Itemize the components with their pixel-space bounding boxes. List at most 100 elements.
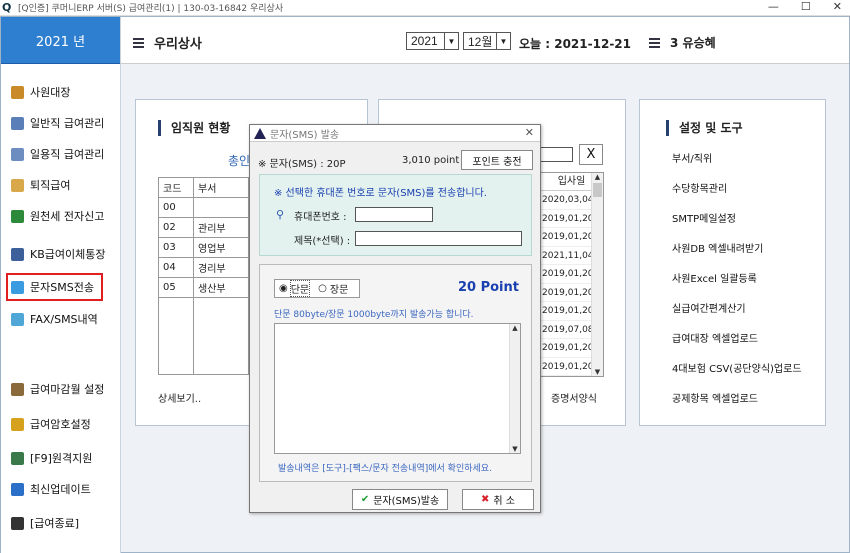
certificate-forms-link[interactable]: 증명서양식 (551, 390, 597, 405)
byte-limit-text: 단문 80byte/장문 1000byte까지 발송가능 합니다. (274, 310, 474, 320)
table-header: 부서 (193, 177, 249, 198)
app-logo-icon: Q (2, 0, 12, 14)
sidebar-item-payroll-close-setting[interactable]: 급여마감월 설정 (11, 378, 104, 400)
sidebar-item-payroll-exit[interactable]: [급여종료] (11, 512, 79, 534)
year-tab[interactable]: 2021 년 (1, 17, 120, 64)
sidebar-item-remote-support[interactable]: [F9]원격지원 (11, 447, 92, 469)
scroll-up-icon[interactable]: ▲ (592, 173, 603, 181)
charge-points-button[interactable]: 포인트 충전 (461, 150, 533, 170)
hire-date-list: 입사일 2020,03,04 2019,01,20 2019,01,20 2021,1… (539, 172, 604, 377)
sms-type-group: ◉ 단문 ○ 장문 (274, 279, 360, 298)
topbar: 우리상사 2021 ▼ 12월 ▼ 오늘 : 2021-12-21 3 유승혜 (121, 17, 849, 64)
radio-selected-icon[interactable]: ◉ (279, 283, 288, 294)
tool-link[interactable]: 사원Excel 일괄등록 (640, 270, 825, 285)
company-name: 우리상사 (154, 37, 202, 52)
sidebar-item-sms-send[interactable]: 문자SMS전송 (6, 273, 103, 301)
sidebar-item-fax-sms-history[interactable]: FAX/SMS내역 (11, 308, 98, 330)
withholding-tax-filing-icon (11, 209, 24, 223)
cancel-button[interactable]: ✖ 취 소 (462, 489, 534, 510)
latest-update-icon (11, 482, 24, 496)
sidebar-item-retirement-pay[interactable]: 퇴직급여 (11, 174, 70, 196)
year-select[interactable]: 2021 ▼ (406, 32, 459, 50)
table-row[interactable]: 04 경리부 (158, 257, 249, 278)
short-message-option[interactable]: 단문 (289, 280, 311, 297)
subject-input[interactable] (355, 231, 522, 246)
sms-send-icon (11, 280, 24, 294)
tools-list: 부서/직위수당항목관리 SMTP메일설정사원DB 엑셀내려받기사원Excel 일괄… (640, 150, 825, 405)
chevron-down-icon[interactable]: ▼ (496, 33, 510, 49)
tool-link[interactable]: 공제항목 엑셀업로드 (640, 390, 825, 405)
tools-panel-title: 설정 및 도구 (666, 120, 825, 136)
dept-code: 02 (158, 217, 194, 238)
chevron-down-icon[interactable]: ▼ (444, 33, 458, 49)
fax-sms-history-icon (11, 312, 24, 326)
dept-name: 경리부 (193, 257, 249, 278)
maximize-button[interactable]: ☐ (801, 0, 811, 13)
table-row[interactable]: 03 영업부 (158, 237, 249, 258)
user-count: 3 유승혜 (649, 34, 716, 51)
table-row[interactable]: 05 생산부 (158, 277, 249, 298)
sidebar-item-withholding-tax-filing[interactable]: 원천세 전자신고 (11, 205, 104, 227)
radio-unselected-icon[interactable]: ○ (318, 283, 327, 294)
check-icon: ✔ (360, 494, 370, 505)
cancel-label: 취 소 (493, 496, 515, 507)
sidebar-item-latest-update[interactable]: 최신업데이트 (11, 478, 91, 500)
table-row[interactable]: 00 (158, 197, 249, 218)
sidebar-item-label: 문자SMS전송 (30, 281, 94, 294)
tool-link[interactable]: 사원DB 엑셀내려받기 (640, 240, 825, 255)
send-sms-button[interactable]: ✔ 문자(SMS)발송 (352, 489, 448, 510)
message-textarea[interactable]: ▲ ▼ (274, 323, 521, 454)
hire-list-scrollbar[interactable]: ▲ ▼ (591, 173, 603, 376)
tool-link[interactable]: 수당항목관리 (640, 180, 825, 195)
app-frame: 2021 년 사원대장일반직 급여관리일용직 급여관리퇴직급여원천세 전자신고 K… (0, 16, 850, 553)
payroll-exit-icon (11, 516, 24, 530)
sidebar-item-label: 일반직 급여관리 (30, 117, 105, 130)
point-cost: 20 Point (457, 280, 519, 295)
regular-payroll-icon (11, 116, 24, 130)
dialog-title: 문자(SMS) 발송 (270, 129, 340, 141)
tool-link[interactable]: 실급여간편계산기 (640, 300, 825, 315)
sidebar-item-regular-payroll[interactable]: 일반직 급여관리 (11, 112, 104, 134)
dialog-close-icon[interactable]: ✕ (525, 126, 534, 139)
scrollbar-thumb[interactable] (593, 183, 602, 197)
details-link[interactable]: 상세보기.. (158, 390, 201, 405)
sidebar-item-label: 급여암호설정 (30, 418, 91, 431)
sidebar-item-payroll-password[interactable]: 급여암호설정 (11, 413, 91, 435)
table-row[interactable]: 02 관리부 (158, 217, 249, 238)
list-icon (649, 36, 660, 50)
close-window-button[interactable]: ✕ (833, 0, 842, 13)
table-header: 코드 (158, 177, 194, 198)
phone-search-icon: ⚲ (276, 208, 285, 221)
sidebar-item-employee-register[interactable]: 사원대장 (11, 81, 70, 103)
tool-link[interactable]: 4대보험 CSV(공단양식)업로드 (640, 360, 825, 375)
search-field[interactable] (539, 147, 573, 162)
remote-support-icon (11, 451, 24, 465)
scroll-up-icon[interactable]: ▲ (510, 324, 520, 332)
scroll-down-icon[interactable]: ▼ (592, 368, 603, 376)
employee-total-label: 총인 (228, 154, 251, 168)
scroll-down-icon[interactable]: ▼ (510, 445, 520, 453)
sidebar-item-kb-payroll-account[interactable]: KB급여이체통장 (11, 243, 105, 265)
send-sms-label: 문자(SMS)발송 (373, 496, 440, 507)
minimize-button[interactable]: — (768, 0, 779, 13)
tool-link[interactable]: SMTP메일설정 (640, 210, 825, 225)
employee-table: 코드 부서 00 02 관리부 03 영업부 04 경리부 05 생산부 (158, 177, 249, 375)
search-close-button[interactable]: X (579, 144, 603, 165)
year-select-value: 2021 (411, 34, 438, 48)
phone-input[interactable] (355, 207, 433, 222)
dept-code: 05 (158, 277, 194, 298)
long-message-option[interactable]: 장문 (330, 281, 348, 296)
list-icon (133, 36, 144, 50)
sidebar-item-daily-payroll[interactable]: 일용직 급여관리 (11, 143, 104, 165)
dept-name: 영업부 (193, 237, 249, 258)
history-hint: 발송내역은 [도구]-[팩스/문자 전송내역]에서 확인하세요. (278, 464, 492, 474)
sidebar-item-label: 일용직 급여관리 (30, 148, 105, 161)
tool-link[interactable]: 부서/직위 (640, 150, 825, 165)
tool-link[interactable]: 급여대장 엑셀업로드 (640, 330, 825, 345)
window-titlebar: Q [Q인증] 쿠머니ERP 서버(S) 급여관리(1) | 130-03-16… (0, 0, 850, 16)
sms-balance-label: ※ 문자(SMS) : 20P (258, 159, 346, 170)
month-select[interactable]: 12월 ▼ (463, 32, 511, 50)
message-scrollbar[interactable]: ▲ ▼ (509, 324, 520, 453)
sms-dialog: 문자(SMS) 발송 ✕ ※ 문자(SMS) : 20P 3,010 point… (249, 124, 541, 513)
retirement-pay-icon (11, 178, 24, 192)
